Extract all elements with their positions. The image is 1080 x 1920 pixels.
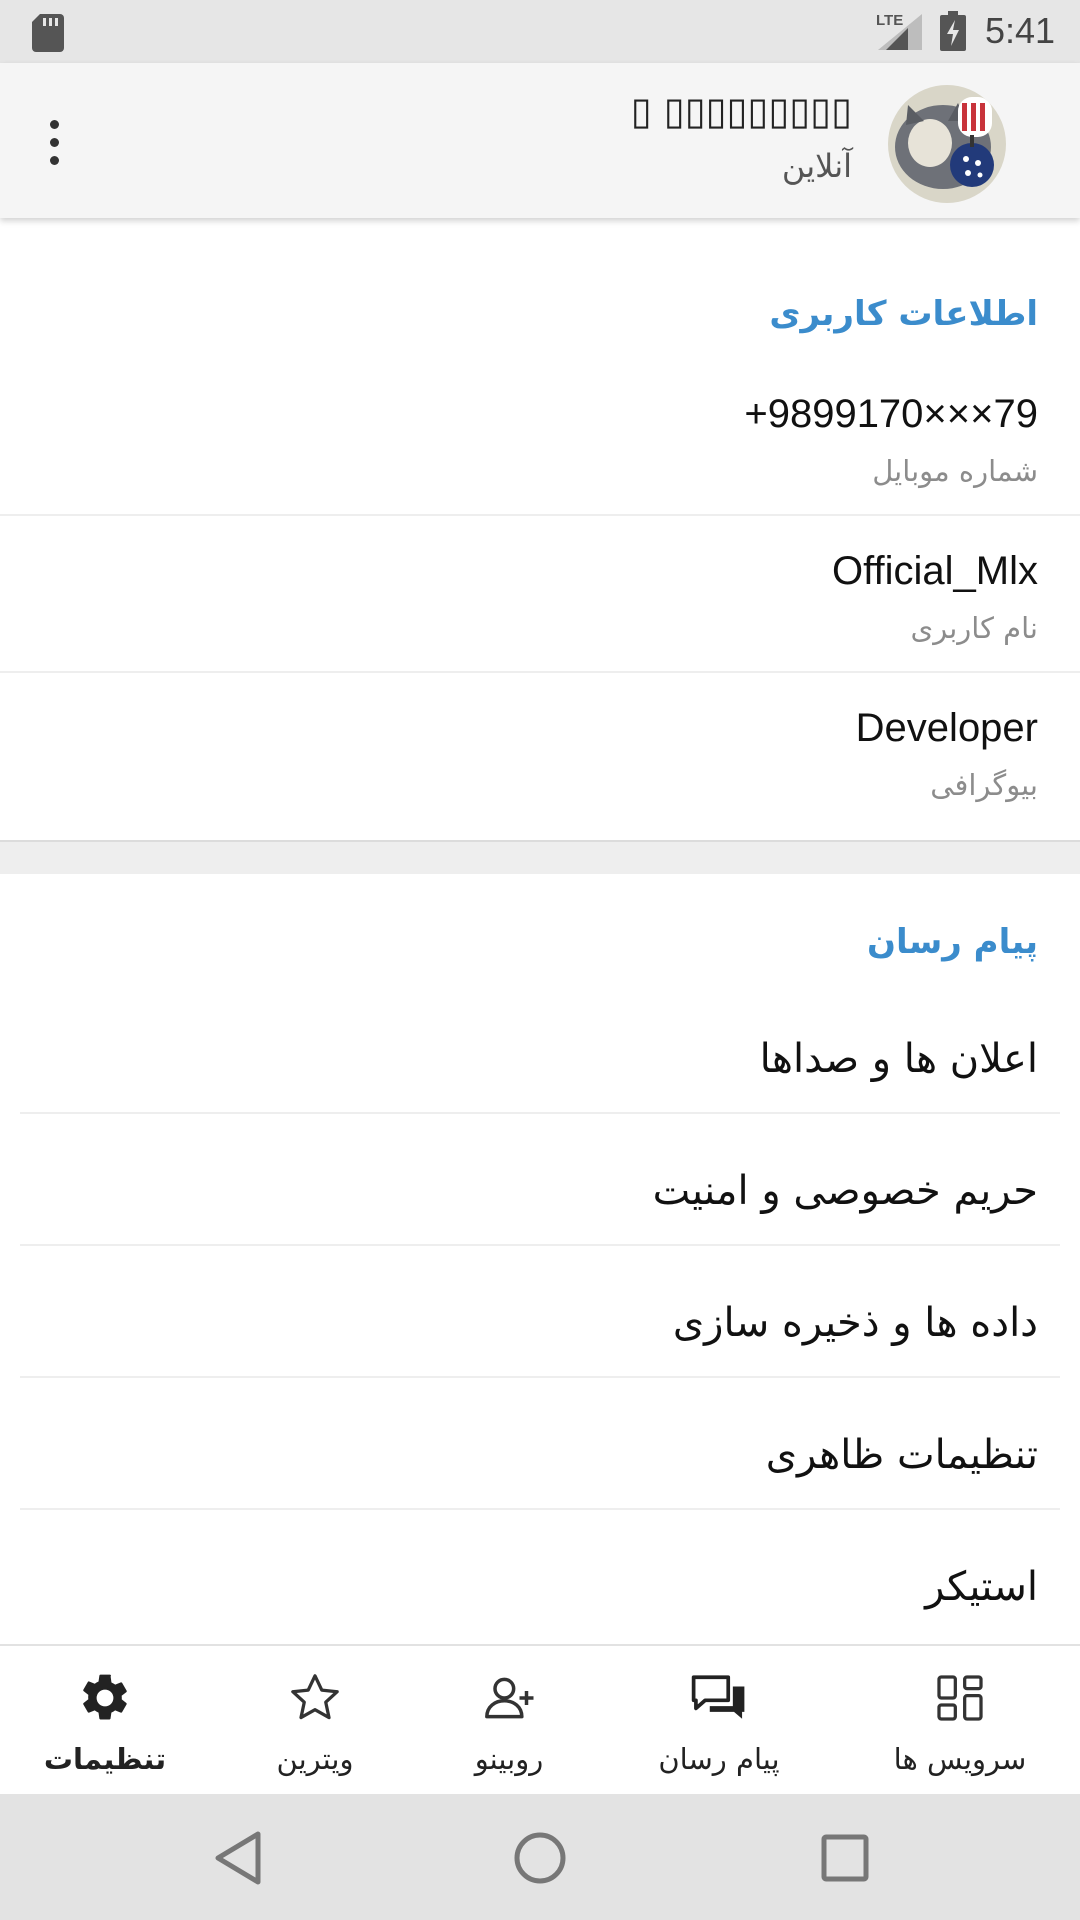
username-row[interactable]: Official_Mlx نام کاربری xyxy=(0,531,1080,688)
online-status: آنلاین xyxy=(781,147,852,185)
profile-name: ▯▯▯▯▯▯▯▯▯ ▯ xyxy=(630,89,852,133)
bio-value: Developer xyxy=(855,706,1038,750)
messenger-title: پیام رسان xyxy=(867,922,1038,962)
user-info-title: اطلاعات کاربری xyxy=(769,294,1038,334)
divider xyxy=(20,1508,1060,1510)
recents-icon[interactable] xyxy=(818,1828,874,1888)
menu-item-label: تنظیمات ظاهری xyxy=(765,1432,1038,1478)
nav-item-showcase[interactable]: ویترین xyxy=(210,1646,420,1796)
phone-row[interactable]: +9899170×××79 شماره موبایل xyxy=(0,374,1080,531)
menu-item-notifications[interactable]: اعلان ها و صداها xyxy=(0,998,1080,1130)
messenger-section: پیام رسان اعلان ها و صداها حریم خصوصی و … xyxy=(0,874,1080,1644)
divider xyxy=(0,514,1080,516)
username-value: Official_Mlx xyxy=(832,549,1038,593)
phone-label: شماره موبایل xyxy=(872,454,1038,488)
back-icon[interactable] xyxy=(210,1828,266,1888)
more-vertical-icon[interactable] xyxy=(36,118,72,168)
divider xyxy=(20,1112,1060,1114)
signal-icon xyxy=(878,14,922,50)
user-info-section: اطلاعات کاربری +9899170×××79 شماره موبای… xyxy=(0,218,1080,840)
clock: 5:41 xyxy=(985,10,1056,51)
nav-item-services[interactable]: سرویس ها xyxy=(870,1646,1050,1796)
nav-item-settings[interactable]: تنظیمات xyxy=(0,1646,210,1796)
username-label: نام کاربری xyxy=(910,611,1039,645)
battery-charging-icon xyxy=(940,11,966,51)
nav-label: روبینو xyxy=(474,1742,544,1776)
menu-item-label: حریم خصوصی و امنیت xyxy=(652,1168,1038,1214)
bio-row[interactable]: Developer بیوگرافی xyxy=(0,688,1080,845)
nav-label: سرویس ها xyxy=(893,1742,1027,1776)
nav-label: تنظیمات xyxy=(43,1742,167,1776)
nav-label: ویترین xyxy=(276,1742,354,1776)
menu-item-appearance[interactable]: تنظیمات ظاهری xyxy=(0,1394,1080,1526)
grid-icon xyxy=(937,1675,983,1721)
phone-number: +9899170×××79 xyxy=(744,392,1038,436)
sd-card-icon xyxy=(32,14,64,52)
status-bar: LTE 5:41 xyxy=(0,0,1080,63)
add-user-icon xyxy=(485,1677,534,1719)
menu-item-privacy[interactable]: حریم خصوصی و امنیت xyxy=(0,1130,1080,1262)
star-icon xyxy=(291,1674,339,1720)
nav-item-messenger[interactable]: پیام رسان xyxy=(620,1646,818,1796)
menu-item-label: استیکر xyxy=(925,1564,1038,1610)
bio-label: بیوگرافی xyxy=(930,768,1038,802)
home-icon[interactable] xyxy=(512,1828,568,1888)
nav-item-rubino[interactable]: روبینو xyxy=(420,1646,598,1796)
nav-label: پیام رسان xyxy=(658,1742,780,1776)
section-separator xyxy=(0,840,1080,874)
menu-item-label: اعلان ها و صداها xyxy=(759,1036,1038,1082)
chat-icon xyxy=(691,1675,745,1719)
divider xyxy=(20,1376,1060,1378)
menu-item-label: داده ها و ذخیره سازی xyxy=(672,1300,1038,1346)
menu-item-stickers[interactable]: استیکر xyxy=(0,1526,1080,1658)
profile-header: ▯▯▯▯▯▯▯▯▯ ▯ آنلاین xyxy=(0,63,1080,218)
divider xyxy=(0,671,1080,673)
divider xyxy=(20,1244,1060,1246)
avatar[interactable] xyxy=(888,85,1006,203)
system-navigation-bar xyxy=(0,1794,1080,1920)
gear-icon xyxy=(83,1674,127,1720)
bottom-navigation: تنظیمات ویترین روبینو پیام رسان سرویس ها xyxy=(0,1644,1080,1794)
menu-item-data-storage[interactable]: داده ها و ذخیره سازی xyxy=(0,1262,1080,1394)
